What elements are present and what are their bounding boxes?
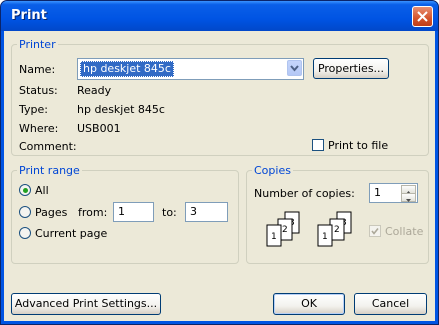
from-label: from:: [78, 206, 108, 219]
collate-checkbox[interactable]: [369, 225, 381, 237]
window-title: Print: [11, 8, 47, 23]
advanced-button-label: Advanced Print Settings...: [14, 297, 158, 310]
number-of-copies-label: Number of copies:: [254, 187, 355, 200]
current-page-label[interactable]: Current page: [35, 227, 107, 240]
advanced-print-settings-button[interactable]: Advanced Print Settings...: [11, 293, 161, 315]
to-label: to:: [162, 206, 177, 219]
where-label: Where:: [19, 122, 59, 135]
collate-label[interactable]: Collate: [385, 225, 423, 238]
ok-button-label: OK: [301, 297, 317, 310]
to-input[interactable]: 3: [185, 202, 228, 222]
cancel-button-label: Cancel: [371, 297, 410, 310]
comment-label: Comment:: [19, 140, 77, 153]
dialog-body: Printer Name: hp deskjet 845c Properties…: [4, 31, 435, 321]
arrow-down-icon: [406, 199, 411, 202]
all-radio-label[interactable]: All: [35, 184, 49, 197]
page-number-2b: 2: [334, 225, 340, 235]
current-page-radio[interactable]: [19, 227, 31, 239]
copies-decrement[interactable]: [401, 193, 416, 202]
ok-button[interactable]: OK: [273, 293, 345, 315]
type-value: hp deskjet 845c: [77, 103, 165, 116]
copies-spinner[interactable]: 1: [369, 183, 418, 203]
copies-legend: Copies: [252, 164, 293, 177]
print-to-file-label[interactable]: Print to file: [328, 139, 388, 152]
collated-set-1: 3 2 1: [266, 211, 300, 247]
all-radio[interactable]: [19, 184, 31, 196]
collated-set-2: 3 2 1: [317, 211, 352, 247]
checkmark-icon: [371, 228, 379, 235]
to-input-value: 3: [190, 205, 197, 218]
from-input-value: 1: [118, 205, 125, 218]
properties-button[interactable]: Properties...: [313, 58, 389, 79]
printer-name-select[interactable]: hp deskjet 845c: [77, 58, 304, 80]
pages-radio[interactable]: [19, 206, 31, 218]
status-value: Ready: [77, 84, 112, 97]
pages-radio-label[interactable]: Pages: [35, 206, 67, 219]
radio-selected-dot: [23, 188, 28, 193]
page-number-1b: 1: [322, 232, 328, 242]
close-icon: [417, 11, 428, 22]
printer-group-legend: Printer: [17, 38, 58, 51]
print-to-file-checkbox[interactable]: [312, 139, 324, 151]
close-button[interactable]: [412, 6, 433, 27]
where-value: USB001: [77, 122, 121, 135]
type-label: Type:: [19, 103, 48, 116]
from-input[interactable]: 1: [113, 202, 154, 222]
status-label: Status:: [19, 84, 58, 97]
cancel-button[interactable]: Cancel: [354, 293, 427, 315]
page-number-1a: 1: [271, 232, 277, 242]
print-range-legend: Print range: [17, 164, 82, 177]
chevron-down-icon: [290, 65, 299, 72]
print-dialog: Print Printer Name: hp deskjet 845c Prop…: [0, 0, 439, 325]
copies-value: 1: [374, 186, 381, 199]
properties-button-label: Properties...: [317, 62, 385, 75]
name-label: Name:: [19, 63, 56, 76]
collate-illustration: 3 2 1 3 2 1: [266, 211, 352, 247]
title-bar[interactable]: Print: [1, 1, 438, 31]
page-number-2a: 2: [282, 225, 288, 235]
printer-name-value: hp deskjet 845c: [80, 61, 174, 77]
dropdown-arrow[interactable]: [287, 60, 302, 76]
